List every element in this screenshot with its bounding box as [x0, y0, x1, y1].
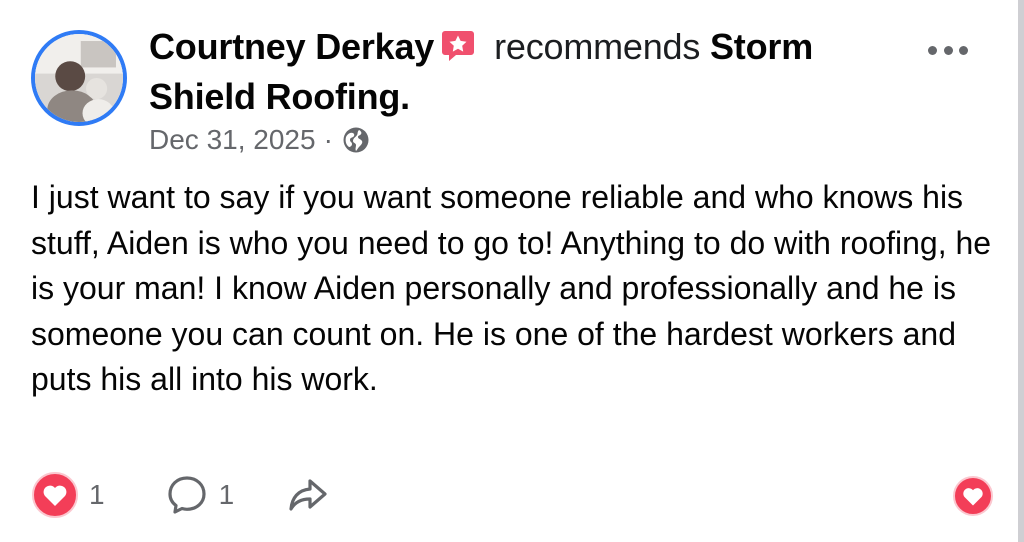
- comment-button[interactable]: 1: [165, 473, 235, 517]
- more-dot-icon: [928, 45, 937, 55]
- comment-icon: [167, 476, 206, 514]
- more-dot-icon: [943, 45, 953, 55]
- recommendation-badge-icon: [442, 31, 475, 61]
- like-count: 1: [89, 479, 105, 510]
- window-edge: [1018, 0, 1024, 542]
- author-avatar[interactable]: [31, 30, 127, 126]
- love-reaction-icon: [32, 472, 78, 518]
- post-meta: Dec 31, 2025 ·: [149, 124, 371, 156]
- recommendation-post: Courtney Derkay recommends Storm Shield …: [0, 0, 1024, 542]
- more-options-button[interactable]: [928, 40, 968, 60]
- avatar-photo: [35, 34, 123, 122]
- comment-count: 1: [218, 479, 235, 510]
- globe-icon: [343, 127, 369, 153]
- post-body: I just want to say if you want someone r…: [31, 179, 992, 397]
- heart-icon[interactable]: [952, 475, 994, 517]
- like-button[interactable]: 1: [31, 471, 105, 519]
- share-icon: [289, 479, 327, 511]
- author-name[interactable]: Courtney Derkay: [149, 26, 434, 67]
- meta-separator: ·: [323, 124, 333, 155]
- share-button[interactable]: [286, 473, 330, 517]
- post-header: Courtney Derkay recommends Storm Shield …: [149, 22, 909, 122]
- more-dot-icon: [959, 45, 968, 55]
- action-bar: 1 1: [31, 470, 330, 520]
- recommends-label: recommends: [494, 26, 701, 67]
- post-date[interactable]: Dec 31, 2025: [149, 124, 316, 156]
